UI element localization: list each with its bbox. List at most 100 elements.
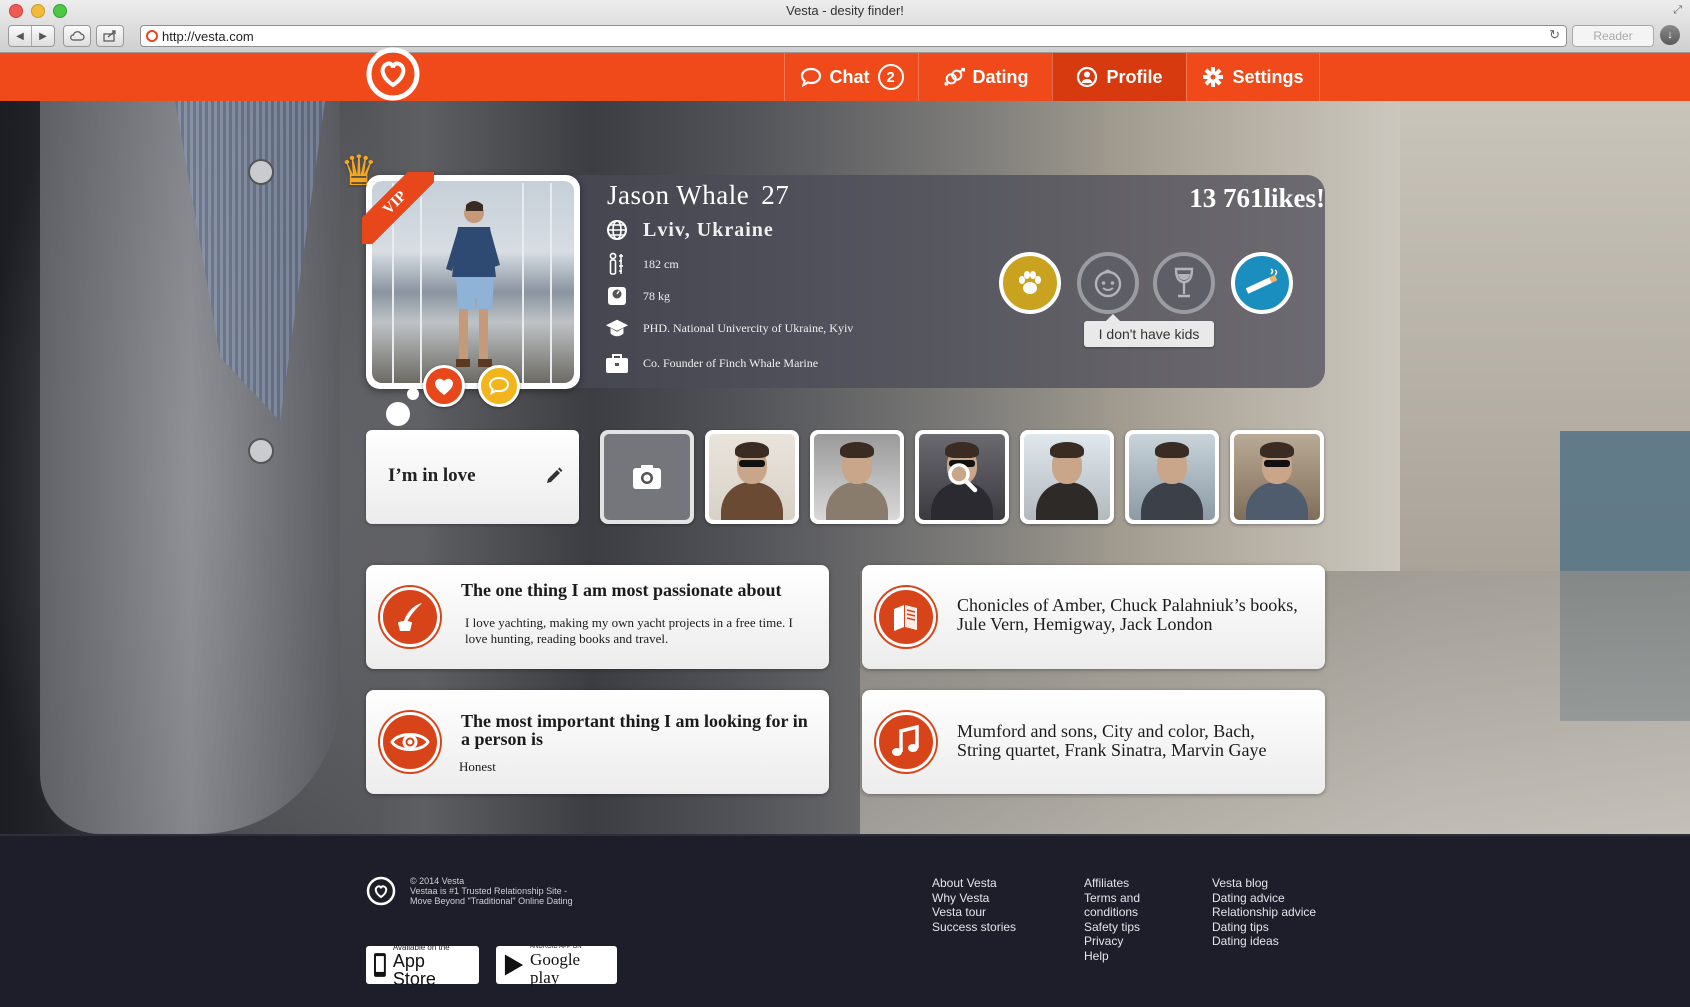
gallery-thumbnail[interactable] [705, 430, 799, 524]
status-box[interactable]: I’m in love [366, 430, 579, 524]
passion-card: The one thing I am most passionate about… [366, 565, 829, 669]
vesta-logo-icon[interactable] [366, 47, 420, 101]
music-text: Mumford and sons, City and color, Bach, … [957, 721, 1267, 760]
footer-link-tour[interactable]: Vesta tour [932, 905, 1016, 920]
footer-link-help[interactable]: Help [1084, 949, 1140, 964]
vip-badge: VIP [362, 172, 434, 244]
education-row: PHD. National Univercity of Ukraine, Kyi… [605, 316, 853, 340]
gallery-thumbnail[interactable] [1230, 430, 1324, 524]
looking-for-title: The most important thing I am looking fo… [461, 711, 808, 749]
reader-button[interactable]: Reader [1572, 25, 1654, 47]
job-row: Co. Founder of Finch Whale Marine [605, 351, 818, 375]
footer-link-dating-ideas[interactable]: Dating ideas [1212, 934, 1316, 949]
app-store-large-text: App Store [392, 950, 436, 989]
main-nav: Chat 2 Dating Profile Settings [784, 53, 1320, 101]
nav-dating[interactable]: Dating [918, 53, 1052, 101]
magnifier-icon [948, 463, 978, 493]
kids-trait-button[interactable] [1077, 252, 1139, 314]
footer-link-relationship-advice[interactable]: Relationship advice [1212, 905, 1316, 920]
share-icon [103, 30, 116, 42]
gallery-thumbnail[interactable] [1125, 430, 1219, 524]
weight-row: 78 kg [605, 284, 670, 308]
footer-link-terms[interactable]: conditions [1084, 905, 1140, 920]
footer-link-affiliates[interactable]: Affiliates [1084, 876, 1140, 891]
scale-icon [605, 284, 629, 308]
footer-link-dating-advice[interactable]: Dating advice [1212, 891, 1316, 906]
app-store-button[interactable]: Available on the App Store [366, 943, 479, 988]
books-text: Chonicles of Amber, Chuck Palahniuk’s bo… [957, 595, 1298, 634]
camera-icon [633, 465, 661, 489]
google-play-button[interactable]: ANDROID APP ON Google play [496, 944, 617, 987]
globe-icon [605, 218, 629, 242]
share-button[interactable] [96, 25, 124, 47]
phone-icon [373, 953, 386, 977]
window-title: Vesta - desity finder! [786, 3, 904, 18]
google-play-large-text: Google play [530, 949, 581, 987]
icloud-tabs-button[interactable] [63, 25, 91, 47]
nav-chat[interactable]: Chat 2 [784, 53, 918, 101]
footer-link-about[interactable]: About Vesta [932, 876, 1016, 891]
education-text: PHD. National Univercity of Ukraine, Kyi… [643, 320, 854, 335]
looking-for-card: The most important thing I am looking fo… [366, 690, 829, 794]
background-coat-button [248, 438, 274, 464]
chat-bubble-icon [800, 66, 822, 88]
downloads-icon[interactable]: ↓ [1660, 25, 1680, 45]
nav-settings[interactable]: Settings [1186, 53, 1320, 101]
passion-text: I love yachting, making my own yacht pro… [465, 615, 793, 646]
status-text: I’m in love [388, 465, 476, 486]
gear-icon [1202, 66, 1224, 88]
footer-link-safety[interactable]: Safety tips [1084, 920, 1140, 935]
forward-button[interactable]: ▶ [31, 26, 54, 46]
books-card: Chonicles of Amber, Chuck Palahniuk’s bo… [862, 565, 1325, 669]
drinking-trait-button[interactable] [1153, 252, 1215, 314]
profile-name: Jason Whale [607, 180, 750, 210]
footer-link-dating-tips[interactable]: Dating tips [1212, 920, 1316, 935]
quill-inkwell-icon [380, 587, 440, 647]
books-icon [876, 587, 936, 647]
footer-link-success[interactable]: Success stories [932, 920, 1016, 935]
passion-title: The one thing I am most passionate about [461, 580, 782, 600]
gallery-thumbnail[interactable] [915, 430, 1009, 524]
nav-settings-label: Settings [1232, 66, 1304, 87]
footer-link-why[interactable]: Why Vesta [932, 891, 1016, 906]
site-favicon-icon [146, 30, 158, 42]
add-photo-button[interactable] [600, 430, 694, 524]
graduation-cap-icon [605, 316, 629, 340]
gallery-thumbnail[interactable] [810, 430, 904, 524]
pets-trait-button[interactable] [999, 252, 1061, 314]
browser-chrome: Vesta - desity finder! ⤢ ◀ ▶ http://vest… [0, 0, 1690, 53]
back-button[interactable]: ◀ [9, 26, 31, 46]
footer-link-terms[interactable]: Terms and [1084, 891, 1140, 906]
footer-link-privacy[interactable]: Privacy [1084, 934, 1140, 949]
gallery-thumbnail[interactable] [1020, 430, 1114, 524]
footer-links-col-1: About Vesta Why Vesta Vesta tour Success… [932, 876, 1016, 934]
fullscreen-icon[interactable]: ⤢ [1673, 4, 1682, 17]
chat-count-badge: 2 [877, 64, 904, 90]
profile-name-line: Jason Whale 27 [607, 180, 789, 211]
play-triangle-icon [504, 954, 524, 976]
app-header: Chat 2 Dating Profile Settings [0, 47, 1690, 101]
baby-face-icon [1094, 269, 1122, 298]
cigarette-icon [1245, 268, 1278, 294]
nav-profile[interactable]: Profile [1052, 53, 1186, 101]
thought-bubble-small [407, 388, 419, 400]
address-bar[interactable]: http://vesta.com ↻ [140, 25, 1567, 47]
music-card: Mumford and sons, City and color, Bach, … [862, 690, 1325, 794]
job-text: Co. Founder of Finch Whale Marine [643, 355, 819, 370]
pencil-icon[interactable] [544, 466, 564, 486]
copyright-line: Vestaa is #1 Trusted Relationship Site - [410, 886, 568, 896]
like-button[interactable] [423, 365, 465, 407]
vip-ribbon: VIP [362, 172, 434, 244]
location-row: Lviv, Ukraine [605, 218, 774, 242]
footer-link-blog[interactable]: Vesta blog [1212, 876, 1316, 891]
footer-logo-icon[interactable] [366, 876, 396, 906]
reload-icon[interactable]: ↻ [1549, 27, 1560, 43]
heart-icon [435, 378, 453, 395]
height-row: 182 cm [605, 252, 679, 276]
copyright-line: Move Beyond "Traditional" Online Dating [410, 896, 573, 906]
history-buttons: ◀ ▶ [8, 25, 55, 47]
smoking-trait-button[interactable] [1231, 252, 1293, 314]
music-note-icon [876, 712, 936, 772]
eye-icon [380, 712, 440, 772]
message-button[interactable] [478, 365, 520, 407]
